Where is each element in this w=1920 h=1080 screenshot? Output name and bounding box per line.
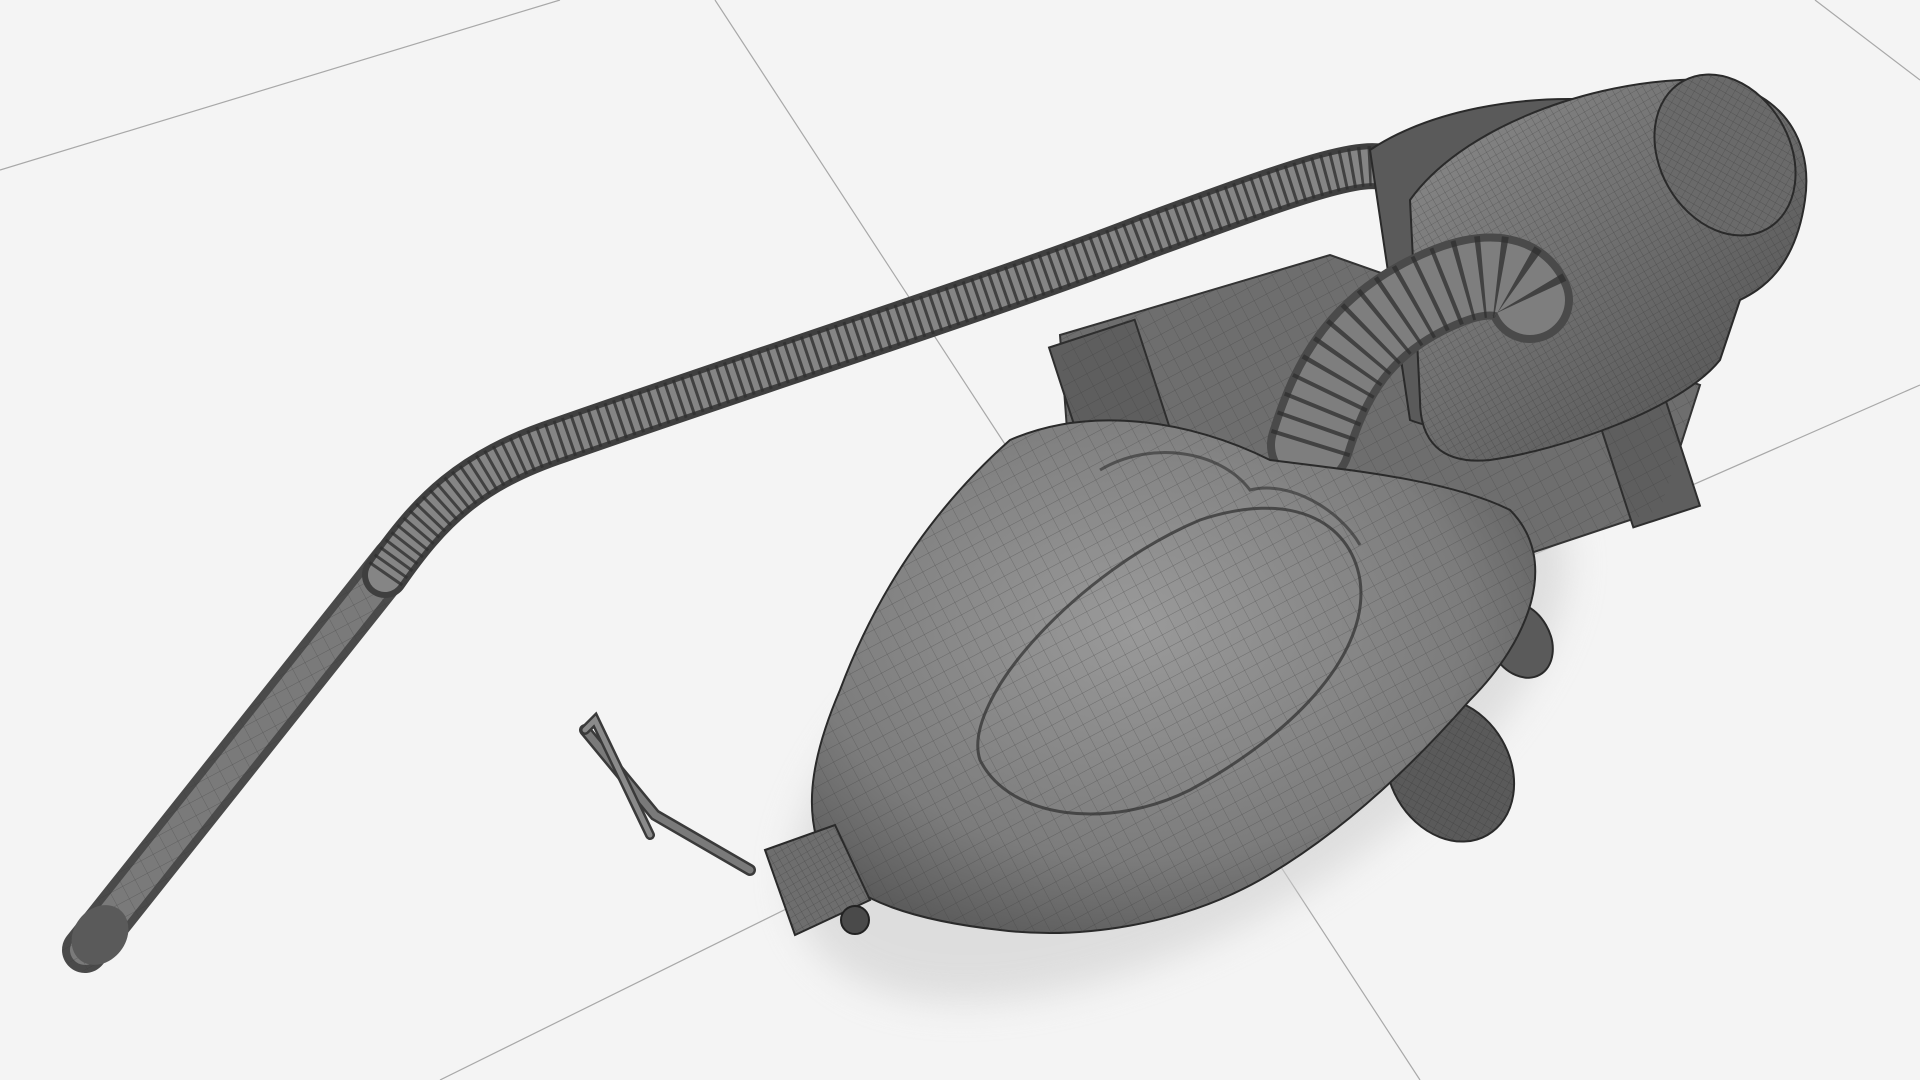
wireframe-render [0, 0, 1920, 1080]
lever-handle [579, 711, 756, 876]
main-body-shell [810, 419, 1537, 934]
render-viewport [0, 0, 1920, 1080]
wand-tube [62, 537, 418, 973]
